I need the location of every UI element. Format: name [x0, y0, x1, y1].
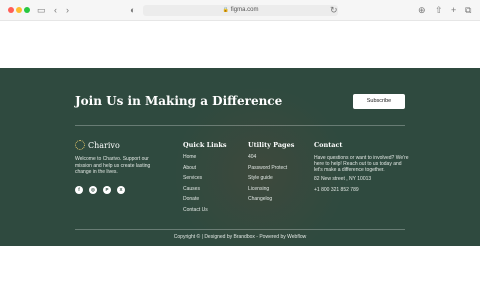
utility-link-style-guide[interactable]: Style guide — [248, 176, 294, 181]
utility-pages-title: Utility Pages — [248, 141, 295, 149]
contact-phone[interactable]: +1 800 321 852 789 — [314, 187, 409, 193]
contact-title: Contact — [314, 141, 343, 149]
brand-logo[interactable]: Charivo — [75, 140, 120, 150]
subscribe-button[interactable]: Subscribe — [353, 94, 405, 109]
quick-link-donate[interactable]: Donate — [183, 197, 227, 202]
forward-icon[interactable]: › — [66, 4, 69, 16]
download-icon[interactable]: ⊕ — [418, 4, 426, 16]
facebook-icon[interactable]: f — [75, 186, 83, 194]
quick-link-causes[interactable]: Causes — [183, 186, 227, 192]
shield-icon[interactable]: ◐ — [130, 4, 135, 16]
contact-text: Have questions or want to involved? We'r… — [314, 155, 409, 173]
copyright-text: Copyright © | Designed by Brandbox - Pow… — [173, 234, 307, 240]
browser-toolbar: ▭ ‹ › ◐ 🔒 figma.com ↻ ⊕ ⇧ + ⧉ — [0, 0, 480, 21]
site-footer: Join Us in Making a Difference Subscribe… — [0, 68, 480, 246]
utility-pages-column: Utility Pages 404 Password Protect Style… — [248, 141, 294, 208]
cta-title: Join Us in Making a Difference — [75, 94, 283, 108]
refresh-icon[interactable]: ↻ — [330, 4, 338, 16]
brand-name: Charivo — [88, 140, 120, 150]
quick-link-about[interactable]: About — [183, 165, 227, 171]
new-tab-icon[interactable]: + — [451, 4, 456, 16]
quick-link-home[interactable]: Home — [183, 155, 227, 160]
contact-column: Contact Have questions or want to involv… — [314, 141, 409, 198]
url-text: figma.com — [230, 7, 259, 13]
share-icon[interactable]: ⇧ — [435, 4, 443, 16]
sun-logo-icon — [75, 140, 85, 150]
social-links: f ◎ P X — [75, 186, 125, 194]
quick-link-services[interactable]: Services — [183, 176, 227, 181]
utility-link-password[interactable]: Password Protect — [248, 165, 294, 171]
address-bar[interactable]: 🔒 figma.com — [143, 5, 338, 16]
lock-icon: 🔒 — [222, 7, 229, 13]
minimize-window-button[interactable] — [16, 7, 22, 13]
x-twitter-icon[interactable]: X — [117, 186, 125, 194]
divider — [75, 125, 405, 126]
contact-address: 82 New street , NY 10013 — [314, 176, 372, 182]
utility-link-404[interactable]: 404 — [248, 155, 294, 160]
pinterest-icon[interactable]: P — [103, 186, 111, 194]
quick-links-column: Quick Links Home About Services Causes D… — [183, 141, 227, 218]
sidebar-icon[interactable]: ▭ — [37, 4, 46, 16]
instagram-icon[interactable]: ◎ — [89, 186, 97, 194]
back-icon[interactable]: ‹ — [54, 4, 57, 16]
utility-link-licensing[interactable]: Licensing — [248, 186, 294, 192]
quick-links-title: Quick Links — [183, 141, 227, 149]
quick-link-contact[interactable]: Contact Us — [183, 207, 227, 213]
utility-link-changelog[interactable]: Changelog — [248, 197, 294, 202]
maximize-window-button[interactable] — [24, 7, 30, 13]
divider — [75, 229, 405, 230]
close-window-button[interactable] — [8, 7, 14, 13]
brand-about: Welcome to Charivo. Support our mission … — [75, 156, 151, 175]
tabs-icon[interactable]: ⧉ — [465, 4, 471, 16]
